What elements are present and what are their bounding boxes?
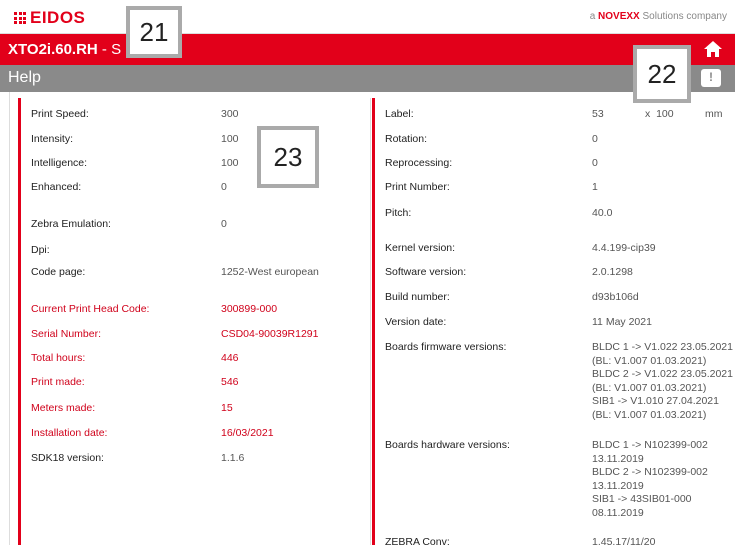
company-suffix: Solutions company: [642, 11, 728, 22]
center-divider: [370, 98, 371, 545]
message-icon[interactable]: [701, 69, 721, 87]
right-info-panel: Label: 53 x 100 mm Rotation: 0 Reprocessi…: [372, 98, 735, 545]
home-icon[interactable]: [703, 39, 723, 59]
device-model: XTO2i.60.RH: [8, 41, 98, 58]
brand-name: EIDOS: [30, 8, 86, 27]
company-brand: NOVEXX: [598, 11, 640, 22]
eidos-logo: EIDOS: [14, 8, 85, 28]
company-tagline: a NOVEXX Solutions company: [590, 11, 727, 22]
company-prefix: a: [589, 11, 596, 22]
top-header: EIDOS a NOVEXX Solutions company: [0, 0, 735, 34]
left-divider: [9, 92, 10, 545]
device-separator: - S: [97, 41, 122, 58]
annotation-marker-22: 22: [633, 45, 691, 103]
page-header: Help: [0, 65, 735, 92]
device-bar: XTO2i.60.RH - S05: [0, 34, 735, 65]
page-title: Help: [8, 69, 41, 86]
logo-dots-icon: [14, 12, 26, 24]
annotation-marker-21: 21: [126, 6, 182, 58]
annotation-marker-23: 23: [257, 126, 319, 188]
firmware-versions: BLDC 1 -> V1.022 23.05.2021 (BL: V1.007 …: [592, 341, 733, 421]
hardware-versions: BLDC 1 -> N102399-002 13.11.2019 BLDC 2 …: [592, 439, 708, 519]
